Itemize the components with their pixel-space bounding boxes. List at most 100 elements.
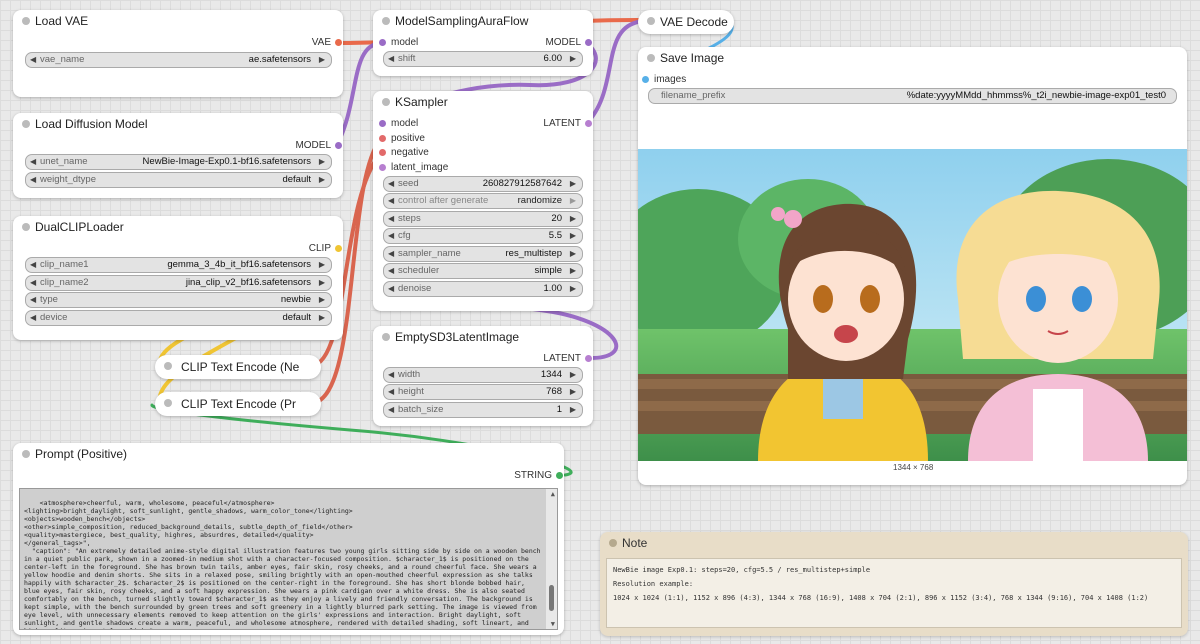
ksampler-node[interactable]: KSampler LATENT model positive negative … (373, 91, 593, 311)
arrow-right-icon[interactable]: ▶ (570, 194, 576, 208)
filename-prefix-field[interactable]: filename_prefix %date:yyyyMMdd_hhmmss%_t… (648, 88, 1177, 104)
clip-output-slot[interactable]: CLIP (309, 243, 343, 255)
model-input-slot[interactable]: model (377, 118, 418, 130)
shift-number-widget[interactable]: ◀ shift 6.00 ▶ (383, 51, 583, 67)
height-widget[interactable]: ◀ height 768 ▶ (383, 384, 583, 400)
arrow-left-icon[interactable]: ◀ (30, 311, 36, 325)
arrow-left-icon[interactable]: ◀ (388, 52, 394, 66)
latent-image-input-slot[interactable]: latent_image (377, 162, 448, 174)
save-image-node[interactable]: Save Image images filename_prefix %date:… (638, 47, 1187, 485)
arrow-left-icon[interactable]: ◀ (30, 293, 36, 307)
weight-dtype-combo[interactable]: ◀ weight_dtype default ▶ (25, 172, 332, 188)
clip-output-dot[interactable] (335, 245, 342, 252)
model-sampling-auraflow-node[interactable]: ModelSamplingAuraFlow model MODEL ◀ shif… (373, 10, 593, 76)
model-input-slot[interactable]: model (377, 37, 418, 49)
model-output-slot[interactable]: MODEL (545, 37, 593, 49)
arrow-right-icon[interactable]: ▶ (570, 229, 576, 243)
arrow-right-icon[interactable]: ▶ (570, 52, 576, 66)
note-textarea[interactable]: NewBie image Exp0.1: steps=20, cfg=5.5 /… (606, 558, 1182, 628)
arrow-right-icon[interactable]: ▶ (570, 282, 576, 296)
control-after-generate-combo[interactable]: ◀ control after generate randomize ▶ (383, 193, 583, 209)
arrow-right-icon[interactable]: ▶ (570, 247, 576, 261)
arrow-right-icon[interactable]: ▶ (570, 368, 576, 382)
arrow-left-icon[interactable]: ◀ (388, 385, 394, 399)
arrow-left-icon[interactable]: ◀ (388, 212, 394, 226)
arrow-left-icon[interactable]: ◀ (388, 194, 394, 208)
images-input-slot[interactable]: images (640, 74, 686, 86)
clip-text-encode-positive-node[interactable]: CLIP Text Encode (Pr (155, 392, 321, 416)
arrow-left-icon[interactable]: ◀ (30, 276, 36, 290)
model-output-dot[interactable] (335, 142, 342, 149)
seed-widget[interactable]: ◀ seed 260827912587642 ▶ (383, 176, 583, 192)
clip-name1-combo[interactable]: ◀ clip_name1 gemma_3_4b_it_bf16.safetens… (25, 257, 332, 273)
arrow-left-icon[interactable]: ◀ (388, 264, 394, 278)
clip-type-combo[interactable]: ◀ type newbie ▶ (25, 292, 332, 308)
vae-output-slot[interactable]: VAE (312, 37, 343, 49)
load-diffusion-model-node[interactable]: Load Diffusion Model MODEL ◀ unet_name N… (13, 113, 343, 198)
latent-output-slot[interactable]: LATENT (543, 118, 593, 130)
arrow-right-icon[interactable]: ▶ (319, 173, 325, 187)
denoise-widget[interactable]: ◀ denoise 1.00 ▶ (383, 281, 583, 297)
model-input-dot[interactable] (379, 120, 386, 127)
arrow-right-icon[interactable]: ▶ (319, 276, 325, 290)
positive-input-dot[interactable] (379, 135, 386, 142)
arrow-right-icon[interactable]: ▶ (570, 403, 576, 417)
arrow-left-icon[interactable]: ◀ (388, 177, 394, 191)
arrow-left-icon[interactable]: ◀ (30, 173, 36, 187)
latent-output-slot[interactable]: LATENT (543, 353, 593, 365)
arrow-left-icon[interactable]: ◀ (388, 368, 394, 382)
arrow-left-icon[interactable]: ◀ (388, 229, 394, 243)
prompt-scrollbar[interactable]: ▲ ▼ (546, 489, 557, 629)
arrow-left-icon[interactable]: ◀ (388, 403, 394, 417)
scroll-thumb[interactable] (549, 585, 554, 611)
arrow-left-icon[interactable]: ◀ (388, 247, 394, 261)
prompt-textarea[interactable]: <atmosphere>cheerful, warm, wholesome, p… (19, 488, 558, 630)
latent-output-dot[interactable] (585, 355, 592, 362)
sampler-name-combo[interactable]: ◀ sampler_name res_multistep ▶ (383, 246, 583, 262)
negative-input-dot[interactable] (379, 149, 386, 156)
images-input-dot[interactable] (642, 76, 649, 83)
arrow-right-icon[interactable]: ▶ (319, 53, 325, 67)
width-widget[interactable]: ◀ width 1344 ▶ (383, 367, 583, 383)
arrow-right-icon[interactable]: ▶ (319, 155, 325, 169)
arrow-right-icon[interactable]: ▶ (570, 212, 576, 226)
arrow-right-icon[interactable]: ▶ (319, 311, 325, 325)
arrow-right-icon[interactable]: ▶ (319, 258, 325, 272)
batch-size-widget[interactable]: ◀ batch_size 1 ▶ (383, 402, 583, 418)
vae-name-combo[interactable]: ◀ vae_name ae.safetensors ▶ (25, 52, 332, 68)
vae-decode-node[interactable]: VAE Decode (638, 10, 734, 34)
scroll-down-icon[interactable]: ▼ (551, 620, 555, 628)
steps-widget[interactable]: ◀ steps 20 ▶ (383, 211, 583, 227)
model-output-dot[interactable] (585, 39, 592, 46)
arrow-left-icon[interactable]: ◀ (30, 53, 36, 67)
note-node[interactable]: Note NewBie image Exp0.1: steps=20, cfg=… (600, 532, 1188, 636)
prompt-positive-node[interactable]: Prompt (Positive) STRING <atmosphere>che… (13, 443, 564, 635)
arrow-right-icon[interactable]: ▶ (570, 264, 576, 278)
scheduler-combo[interactable]: ◀ scheduler simple ▶ (383, 263, 583, 279)
dual-clip-loader-node[interactable]: DualCLIPLoader CLIP ◀ clip_name1 gemma_3… (13, 216, 343, 340)
clip-device-combo[interactable]: ◀ device default ▶ (25, 310, 332, 326)
clip-name2-combo[interactable]: ◀ clip_name2 jina_clip_v2_bf16.safetenso… (25, 275, 332, 291)
arrow-right-icon[interactable]: ▶ (570, 385, 576, 399)
scroll-up-icon[interactable]: ▲ (551, 490, 555, 498)
load-vae-node[interactable]: Load VAE VAE ◀ vae_name ae.safetensors ▶ (13, 10, 343, 97)
arrow-right-icon[interactable]: ▶ (319, 293, 325, 307)
model-output-slot[interactable]: MODEL (295, 140, 343, 152)
arrow-left-icon[interactable]: ◀ (30, 155, 36, 169)
positive-input-slot[interactable]: positive (377, 133, 425, 145)
latent-output-dot[interactable] (585, 120, 592, 127)
arrow-left-icon[interactable]: ◀ (388, 282, 394, 296)
negative-input-slot[interactable]: negative (377, 147, 429, 159)
image-preview[interactable] (638, 149, 1187, 461)
empty-sd3-latent-image-node[interactable]: EmptySD3LatentImage LATENT ◀ width 1344 … (373, 326, 593, 426)
string-output-slot[interactable]: STRING (514, 470, 564, 482)
latent-image-input-dot[interactable] (379, 164, 386, 171)
model-input-dot[interactable] (379, 39, 386, 46)
arrow-right-icon[interactable]: ▶ (570, 177, 576, 191)
arrow-left-icon[interactable]: ◀ (30, 258, 36, 272)
cfg-widget[interactable]: ◀ cfg 5.5 ▶ (383, 228, 583, 244)
clip-text-encode-negative-node[interactable]: CLIP Text Encode (Ne (155, 355, 321, 379)
unet-name-combo[interactable]: ◀ unet_name NewBie-Image-Exp0.1-bf16.saf… (25, 154, 332, 170)
vae-output-dot[interactable] (335, 39, 342, 46)
string-output-dot[interactable] (556, 472, 563, 479)
